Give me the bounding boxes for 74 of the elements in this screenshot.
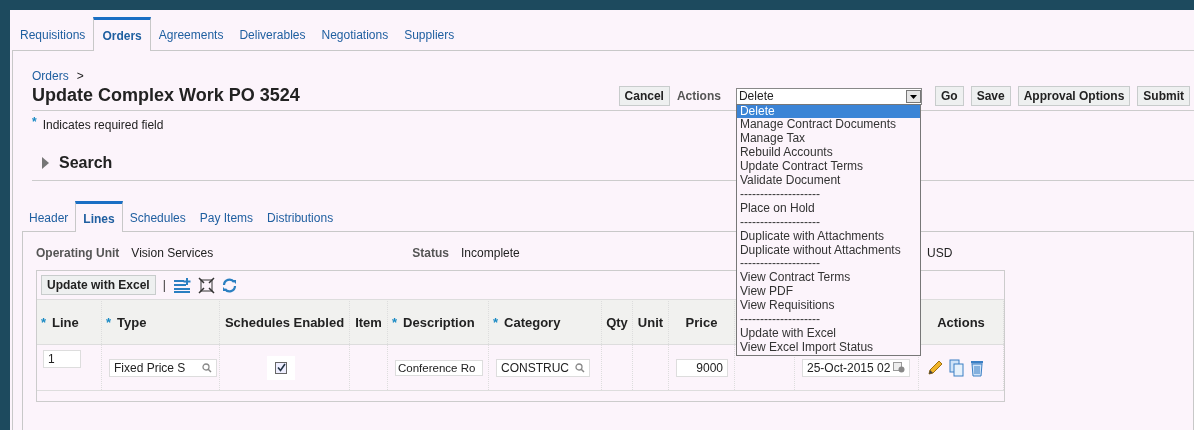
menu-option[interactable]: Manage Contract Documents [736, 118, 920, 133]
sub-tab[interactable]: Distributions [260, 211, 341, 232]
action-button[interactable]: Go [934, 86, 964, 106]
type-field[interactable]: Fixed Price S [109, 358, 217, 377]
schedules-checkbox[interactable] [275, 361, 287, 374]
price-field[interactable]: 9000 [676, 358, 728, 377]
column-header: Qty [602, 299, 633, 344]
search-icon[interactable] [202, 362, 212, 373]
page-title: Update Complex Work PO 3524 [32, 85, 300, 106]
menu-option[interactable]: Delete [736, 104, 920, 119]
actions-label: Actions [676, 89, 721, 103]
action-button[interactable]: Approval Options [1017, 86, 1131, 106]
action-button[interactable]: Submit [1137, 86, 1190, 106]
menu-separator: -------------------- [738, 313, 821, 327]
column-header: * Type [102, 299, 220, 344]
menu-option[interactable]: View Requisitions [736, 299, 920, 314]
menu-option[interactable]: Update Contract Terms [736, 160, 920, 175]
nav-tab[interactable]: Deliverables [231, 28, 314, 51]
required-note: Indicates required field [42, 118, 164, 132]
expand-icon[interactable] [197, 276, 215, 294]
field-value: Incomplete [461, 246, 520, 260]
update-excel-button[interactable]: Update with Excel [41, 275, 156, 295]
menu-separator: -------------------- [738, 187, 821, 202]
column-header: Unit [633, 299, 669, 344]
menu-option[interactable]: Duplicate with Attachments [736, 229, 920, 244]
field-label: Status [412, 246, 450, 260]
menu-option[interactable]: Duplicate without Attachments [736, 243, 920, 258]
sub-tab[interactable]: Lines [75, 201, 123, 232]
field-label: Operating Unit [36, 246, 120, 260]
nav-tab[interactable]: Negotiations [313, 28, 397, 51]
menu-separator: -------------------- [738, 257, 821, 272]
section-title[interactable]: Search [59, 154, 113, 172]
sub-tab[interactable]: Pay Items [192, 211, 261, 232]
column-header: Schedules Enabled [220, 299, 350, 344]
search-icon[interactable] [575, 362, 585, 373]
copy-icon[interactable] [949, 358, 965, 377]
add-rows-icon[interactable] [172, 277, 191, 293]
date-field[interactable]: 25-Oct-2015 02 [802, 358, 910, 377]
menu-separator: -------------------- [738, 215, 821, 230]
menu-option[interactable]: Manage Tax [736, 132, 920, 147]
column-header: Item [350, 299, 388, 344]
column-header: * Line [37, 299, 102, 344]
menu-option[interactable]: Rebuild Accounts [736, 146, 920, 161]
category-field[interactable]: CONSTRUC [496, 358, 590, 377]
sub-tab[interactable]: Header [22, 211, 76, 232]
collapse-triangle-icon[interactable] [41, 156, 50, 170]
pencil-icon[interactable] [926, 358, 944, 377]
cancel-button[interactable]: Cancel [618, 86, 670, 106]
action-button[interactable]: Save [970, 86, 1011, 106]
column-header: * Description [388, 299, 489, 344]
breadcrumb-link[interactable]: Orders [32, 69, 69, 83]
menu-option[interactable]: View PDF [736, 285, 920, 300]
menu-option[interactable]: Validate Document [736, 174, 920, 188]
field-value: Vision Services [131, 246, 214, 260]
menu-option[interactable]: View Excel Import Status [736, 340, 920, 355]
column-header: * Category [489, 299, 602, 344]
trash-icon[interactable] [970, 358, 984, 377]
menu-option[interactable]: Place on Hold [736, 201, 920, 216]
nav-tab[interactable]: Orders [93, 17, 151, 51]
menu-option[interactable]: View Contract Terms [736, 271, 920, 286]
required-asterisk: * [32, 115, 37, 129]
column-header: Actions [919, 299, 1004, 344]
calendar-icon[interactable] [893, 362, 906, 373]
toolbar-separator: | [162, 278, 166, 292]
column-header: Price [669, 299, 735, 344]
line-number-field[interactable]: 1 [43, 350, 81, 368]
refresh-icon[interactable] [221, 277, 237, 293]
description-field[interactable]: Conference Ro [395, 359, 483, 376]
field-value: USD [927, 246, 953, 260]
breadcrumb-separator: > [76, 69, 84, 83]
nav-tab[interactable]: Agreements [150, 28, 232, 51]
menu-option[interactable]: Update with Excel [736, 327, 920, 341]
sub-tab[interactable]: Schedules [122, 211, 193, 232]
nav-tab[interactable]: Suppliers [396, 28, 463, 51]
